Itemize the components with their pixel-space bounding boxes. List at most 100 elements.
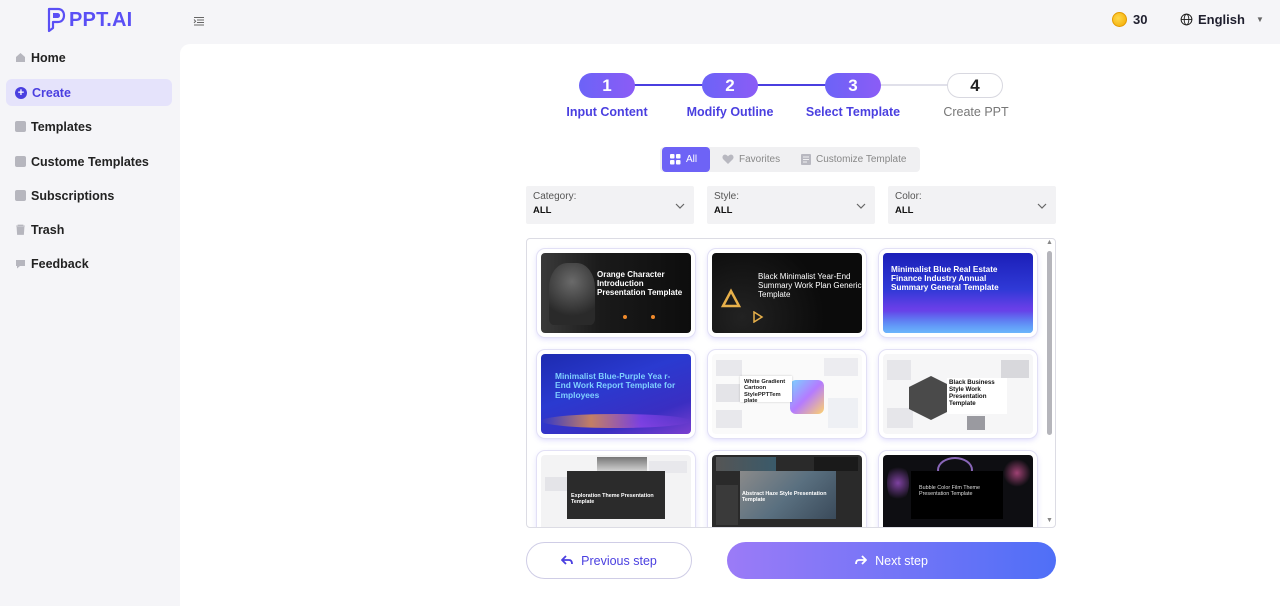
previous-step-button[interactable]: Previous step <box>526 542 692 579</box>
template-card[interactable]: White Gradient Cartoon StylePPTTem plate <box>708 350 866 438</box>
chevron-down-icon <box>1037 201 1047 211</box>
sidebar-item-subscriptions[interactable]: Subscriptions <box>6 182 172 209</box>
coin-icon <box>1112 12 1127 27</box>
back-arrow-icon <box>561 555 574 565</box>
template-title: Minimalist Blue Real Estate Finance Indu… <box>891 265 999 293</box>
step-3-label: Select Template <box>805 105 901 119</box>
template-title: Minimalist Blue-Purple Yea r-End Work Re… <box>555 371 676 400</box>
sidebar-item-templates[interactable]: Templates <box>6 113 172 140</box>
scroll-down-icon[interactable]: ▼ <box>1046 517 1053 524</box>
sidebar-item-label: Subscriptions <box>31 188 115 203</box>
ppt-logo-icon <box>47 7 66 33</box>
chevron-down-icon <box>675 201 685 211</box>
template-thumbnail: Bubble Color Film Theme Presentation Tem… <box>883 455 1033 527</box>
step-connector <box>630 84 710 86</box>
top-bar: PPT.AI 30 English ▼ <box>0 0 1280 44</box>
category-filter[interactable]: Category: ALL <box>526 186 694 224</box>
template-title: Orange Character Introduction Presentati… <box>597 270 683 297</box>
color-filter[interactable]: Color: ALL <box>888 186 1056 224</box>
sidebar-item-label: Trash <box>31 222 65 237</box>
trash-icon <box>16 224 25 235</box>
sidebar-item-create[interactable]: + Create <box>6 79 172 106</box>
custom-templates-icon <box>15 156 26 167</box>
sidebar-item-label: Feedback <box>31 256 89 271</box>
filter-value: ALL <box>714 205 733 216</box>
template-title: Black Minimalist Year-End Summary Work P… <box>758 272 862 299</box>
template-title: White Gradient Cartoon StylePPTTem plate <box>744 379 786 405</box>
template-card[interactable]: Abstract Haze Style Presentation Templat… <box>708 451 866 527</box>
template-title: Black Business Style Work Presentation T… <box>949 379 995 407</box>
filter-value: ALL <box>895 205 914 216</box>
style-filter[interactable]: Style: ALL <box>707 186 875 224</box>
step-2-number: 2 <box>702 73 758 98</box>
step-4-number: 4 <box>947 73 1003 98</box>
step-1-number: 1 <box>579 73 635 98</box>
filter-label: Category: <box>533 191 577 202</box>
tab-customize-template[interactable]: Customize Template <box>793 147 914 172</box>
templates-icon <box>15 121 26 132</box>
step-1-label: Input Content <box>566 105 648 119</box>
next-step-button[interactable]: Next step <box>727 542 1056 579</box>
tab-all[interactable]: All <box>662 147 710 172</box>
subscriptions-icon <box>15 190 26 201</box>
template-thumbnail: Exploration Theme Presentation Template <box>541 455 691 527</box>
step-4-label: Create PPT <box>943 105 1009 119</box>
filter-label: Color: <box>895 191 922 202</box>
forward-arrow-icon <box>855 555 867 565</box>
scroll-up-icon[interactable]: ▲ <box>1046 239 1053 246</box>
chevron-down-icon <box>856 201 866 211</box>
sidebar-item-custom-templates[interactable]: Custome Templates <box>6 148 172 175</box>
template-card[interactable]: Minimalist Blue Real Estate Finance Indu… <box>879 249 1037 337</box>
sidebar-item-label: Templates <box>31 119 92 134</box>
plus-circle-icon: + <box>15 86 27 99</box>
filter-value: ALL <box>533 205 552 216</box>
document-icon <box>801 154 811 165</box>
feedback-icon <box>16 260 25 269</box>
tab-favorites[interactable]: Favorites <box>714 147 788 172</box>
logo[interactable]: PPT.AI <box>46 7 132 33</box>
template-card[interactable]: Bubble Color Film Theme Presentation Tem… <box>879 451 1037 527</box>
template-thumbnail: White Gradient Cartoon StylePPTTem plate <box>712 354 862 434</box>
grid-icon <box>670 154 681 165</box>
language-label: English <box>1198 12 1245 27</box>
heart-icon <box>722 154 734 164</box>
previous-step-label: Previous step <box>581 553 657 568</box>
template-thumbnail: Minimalist Blue Real Estate Finance Indu… <box>883 253 1033 333</box>
step-connector <box>876 84 951 86</box>
sidebar-item-trash[interactable]: Trash <box>6 216 172 243</box>
template-tabs: All Favorites Customize Template <box>660 147 920 172</box>
template-card[interactable]: Minimalist Blue-Purple Yea r-End Work Re… <box>537 350 695 438</box>
template-title: Bubble Color Film Theme Presentation Tem… <box>919 485 981 498</box>
language-selector[interactable]: English ▼ <box>1180 12 1264 27</box>
coin-balance[interactable]: 30 <box>1112 12 1147 27</box>
sidebar-toggle-icon[interactable] <box>193 14 207 28</box>
tab-label: Favorites <box>739 154 781 165</box>
template-card[interactable]: Black Minimalist Year-End Summary Work P… <box>708 249 866 337</box>
template-thumbnail: Black Business Style Work Presentation T… <box>883 354 1033 434</box>
template-thumbnail: Minimalist Blue-Purple Yea r-End Work Re… <box>541 354 691 434</box>
template-card[interactable]: Black Business Style Work Presentation T… <box>879 350 1037 438</box>
template-thumbnail: Black Minimalist Year-End Summary Work P… <box>712 253 862 333</box>
tab-label: All <box>686 154 698 165</box>
sidebar-item-label: Home <box>31 50 66 65</box>
step-2-label: Modify Outline <box>686 105 774 119</box>
step-3-number: 3 <box>825 73 881 98</box>
next-step-label: Next step <box>875 553 928 568</box>
main-panel: 1 2 3 4 Input Content Modify Outline Sel… <box>180 44 1280 606</box>
template-thumbnail: Abstract Haze Style Presentation Templat… <box>712 455 862 527</box>
home-icon <box>16 53 25 62</box>
template-card[interactable]: Exploration Theme Presentation Template <box>537 451 695 527</box>
scrollbar-thumb[interactable] <box>1047 251 1052 435</box>
sidebar-item-label: Create <box>32 85 71 100</box>
template-title: Abstract Haze Style Presentation Templat… <box>742 491 827 504</box>
grid-scrollbar[interactable]: ▲ ▼ <box>1046 239 1054 527</box>
template-card[interactable]: Orange Character Introduction Presentati… <box>537 249 695 337</box>
logo-text: PPT.AI <box>69 8 133 31</box>
globe-icon <box>1180 13 1193 26</box>
sidebar-item-home[interactable]: Home <box>6 44 172 71</box>
template-title: Exploration Theme Presentation Template <box>571 493 654 506</box>
filter-label: Style: <box>714 191 740 202</box>
sidebar-item-label: Custome Templates <box>31 154 149 169</box>
sidebar-item-feedback[interactable]: Feedback <box>6 250 172 277</box>
sidebar: Home + Create Templates Custome Template… <box>0 44 180 606</box>
